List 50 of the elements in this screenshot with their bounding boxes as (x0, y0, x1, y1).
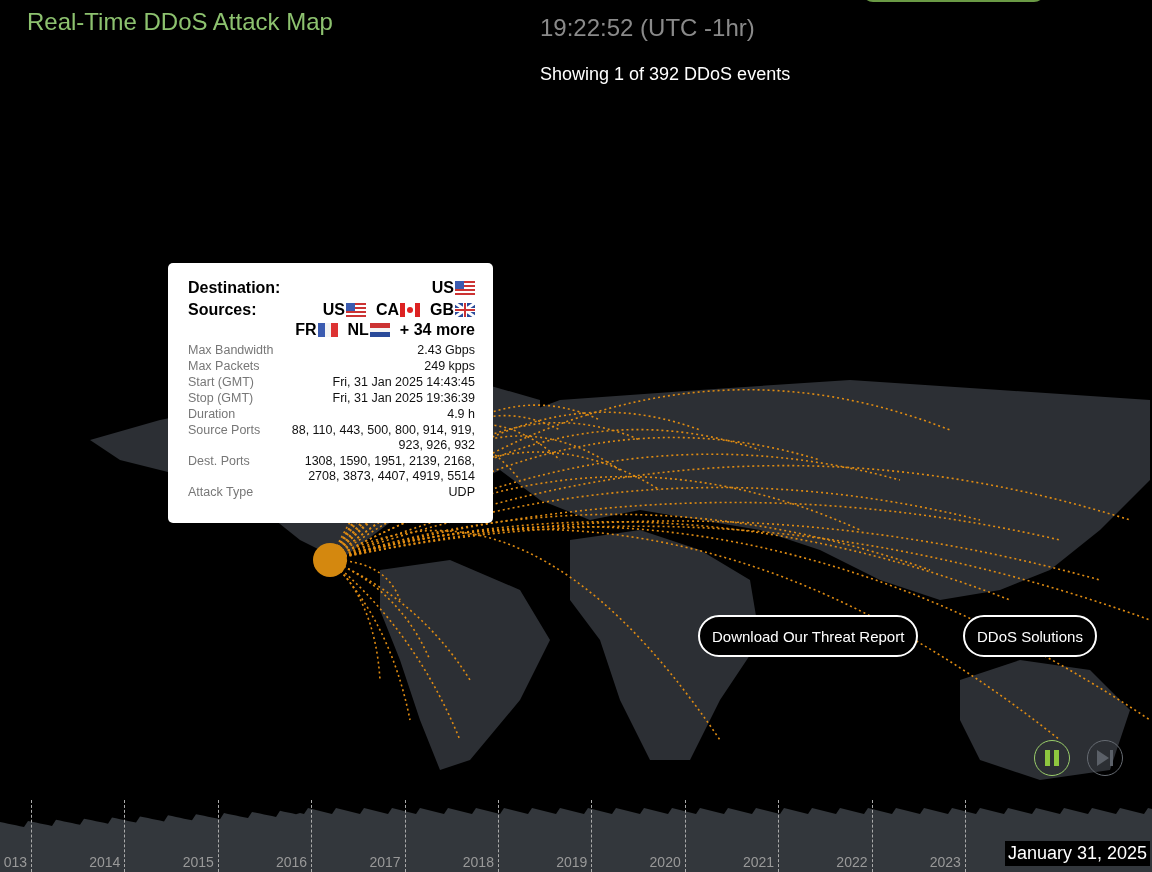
year-label: 2021 (685, 800, 780, 872)
country-code: CA (375, 301, 420, 319)
detail-label: Max Bandwidth (188, 343, 274, 358)
current-date: January 31, 2025 (1004, 841, 1150, 866)
year-label: 2018 (405, 800, 499, 872)
year-label: 2023 (872, 800, 966, 872)
year-label: 2016 (218, 800, 313, 872)
detail-value: 2.43 Gbps (417, 343, 475, 358)
country-code: US (431, 279, 475, 297)
country-code: GB (430, 301, 475, 319)
detail-value: UDP (448, 485, 475, 500)
detail-label: Source Ports (188, 423, 261, 438)
year-label: 2015 (125, 800, 219, 872)
skip-next-icon (1097, 750, 1113, 766)
flag-icon (400, 303, 420, 317)
flag-icon (369, 323, 390, 337)
sources-label: Sources: (188, 301, 257, 319)
flag-icon (317, 323, 338, 337)
detail-label: Attack Type (188, 485, 254, 500)
detail-value: 4.9 h (447, 407, 475, 422)
detail-value: 249 kpps (424, 359, 475, 374)
detail-label: Dest. Ports (188, 454, 250, 469)
detail-value: 88, 110, 443, 500, 800, 914, 919, 923, 926, 932 (290, 423, 475, 453)
solutions-button[interactable]: DDoS Solutions (963, 615, 1097, 657)
year-label: 2020 (592, 800, 686, 872)
detail-label: Start (GMT) (188, 375, 254, 390)
country-code: NL (347, 321, 390, 339)
flag-icon (455, 281, 475, 295)
more-sources: + 34 more (399, 321, 475, 339)
year-label: 013 (0, 800, 32, 872)
event-count: Showing 1 of 392 DDoS events (540, 64, 791, 85)
detail-value: Fri, 31 Jan 2025 14:43:45 (332, 375, 475, 390)
destination-label: Destination: (188, 279, 281, 297)
detail-label: Stop (GMT) (188, 391, 254, 406)
year-label: 2022 (779, 800, 873, 872)
country-code: FR (295, 321, 338, 339)
current-time: 19:22:52 (UTC -1hr) (540, 14, 755, 42)
detail-value: 1308, 1590, 1951, 2139, 2168, 2708, 3873, 4407, 4919, 5514 (303, 454, 475, 484)
detail-label: Duration (188, 407, 236, 422)
flag-icon (455, 303, 475, 317)
pause-icon (1045, 750, 1059, 766)
country-code: US (322, 301, 366, 319)
detail-label: Max Packets (188, 359, 260, 374)
flag-icon (345, 303, 366, 317)
page-title: Real-Time DDoS Attack Map (27, 8, 333, 36)
detail-value: Fri, 31 Jan 2025 19:36:39 (332, 391, 475, 406)
year-label: 2017 (312, 800, 406, 872)
year-label: 2019 (498, 800, 593, 872)
download-report-button[interactable]: Download Our Threat Report (698, 615, 919, 657)
year-label: 2014 (32, 800, 126, 872)
